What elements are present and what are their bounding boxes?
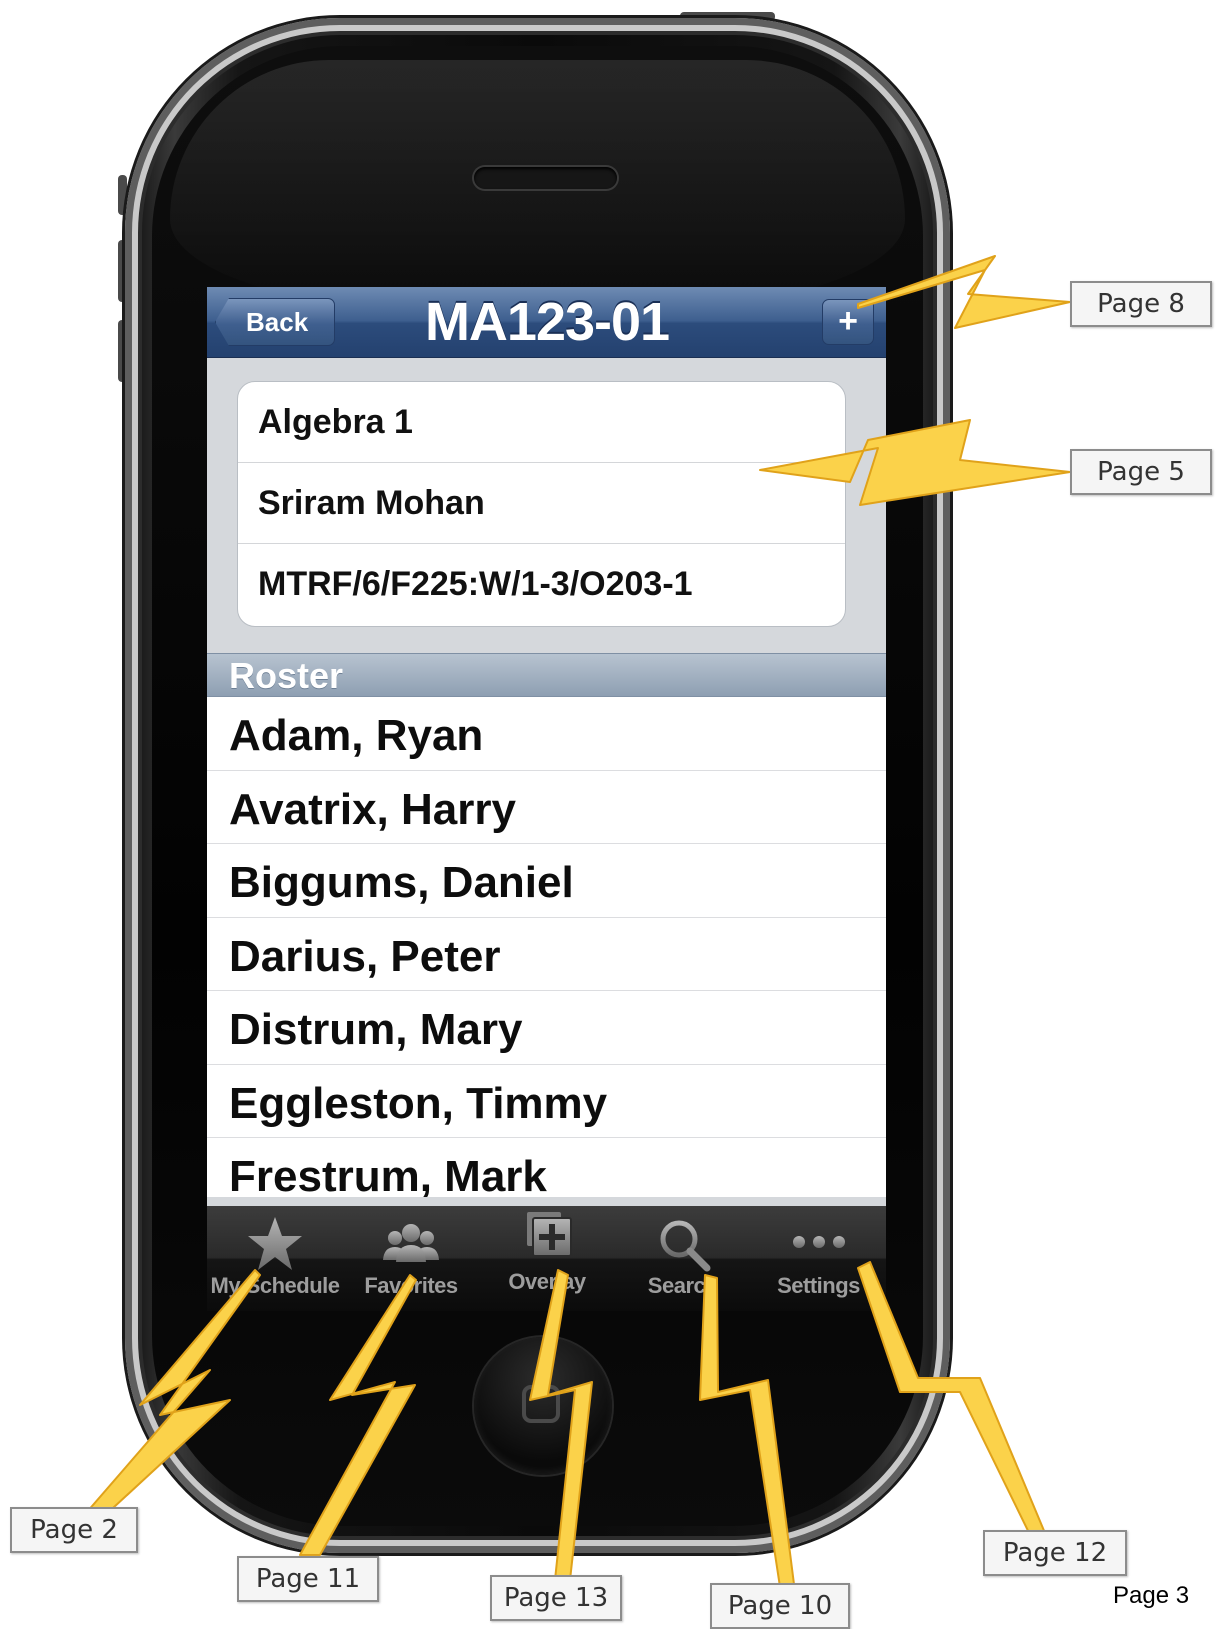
list-item[interactable]: Avatrix, Harry: [207, 771, 886, 844]
overlay-plus-icon: [527, 1212, 572, 1257]
add-button[interactable]: +: [822, 299, 874, 345]
list-item[interactable]: Frestrum, Mark: [207, 1138, 886, 1197]
tab-bar: My Schedule Favorites Overlay Search Set…: [207, 1206, 886, 1311]
home-square-icon: [522, 1385, 560, 1423]
navigation-bar: Back MA123-01 +: [207, 287, 886, 358]
tab-settings[interactable]: Settings: [751, 1206, 886, 1311]
callout-page13: Page 13: [490, 1575, 622, 1621]
callout-page2: Page 2: [10, 1507, 138, 1553]
callout-page12: Page 12: [983, 1530, 1127, 1576]
callout-page8: Page 8: [1070, 281, 1212, 327]
tab-overlay[interactable]: Overlay: [479, 1206, 615, 1311]
more-dots-icon: [792, 1236, 845, 1248]
list-item[interactable]: Biggums, Daniel: [207, 844, 886, 918]
tab-label: Overlay: [508, 1269, 586, 1294]
roster-list: Adam, Ryan Avatrix, Harry Biggums, Danie…: [207, 697, 886, 1197]
callout-page5: Page 5: [1070, 449, 1212, 495]
tab-favorites[interactable]: Favorites: [343, 1206, 479, 1311]
list-item[interactable]: Eggleston, Timmy: [207, 1065, 886, 1138]
tab-label: Search: [647, 1273, 719, 1298]
magnifier-icon: [660, 1220, 711, 1272]
roster-section-header: Roster: [207, 653, 886, 697]
tab-label: Settings: [777, 1273, 860, 1298]
page-title: MA123-01: [424, 292, 670, 352]
list-item[interactable]: Adam, Ryan: [207, 697, 886, 771]
course-name-row[interactable]: Algebra 1: [238, 382, 845, 463]
list-item[interactable]: Distrum, Mary: [207, 991, 886, 1065]
back-button[interactable]: Back: [215, 298, 335, 346]
callout-page11: Page 11: [237, 1556, 379, 1602]
tab-label: Favorites: [364, 1273, 458, 1298]
course-info-group: Algebra 1 Sriram Mohan MTRF/6/F225:W/1-3…: [237, 381, 846, 627]
list-item[interactable]: Darius, Peter: [207, 918, 886, 991]
star-icon: [248, 1217, 302, 1270]
people-icon: [383, 1224, 439, 1262]
instructor-row[interactable]: Sriram Mohan: [238, 463, 845, 544]
phone-screen: Back MA123-01 + Algebra 1 Sriram Mohan M…: [207, 287, 886, 1311]
callout-page10: Page 10: [710, 1583, 850, 1629]
tab-label: My Schedule: [210, 1273, 340, 1298]
tab-search[interactable]: Search: [615, 1206, 751, 1311]
earpiece-speaker: [474, 167, 617, 189]
schedule-row[interactable]: MTRF/6/F225:W/1-3/O203-1: [238, 544, 845, 625]
page-number: Page 3: [1113, 1582, 1190, 1609]
tab-my-schedule[interactable]: My Schedule: [207, 1206, 343, 1311]
